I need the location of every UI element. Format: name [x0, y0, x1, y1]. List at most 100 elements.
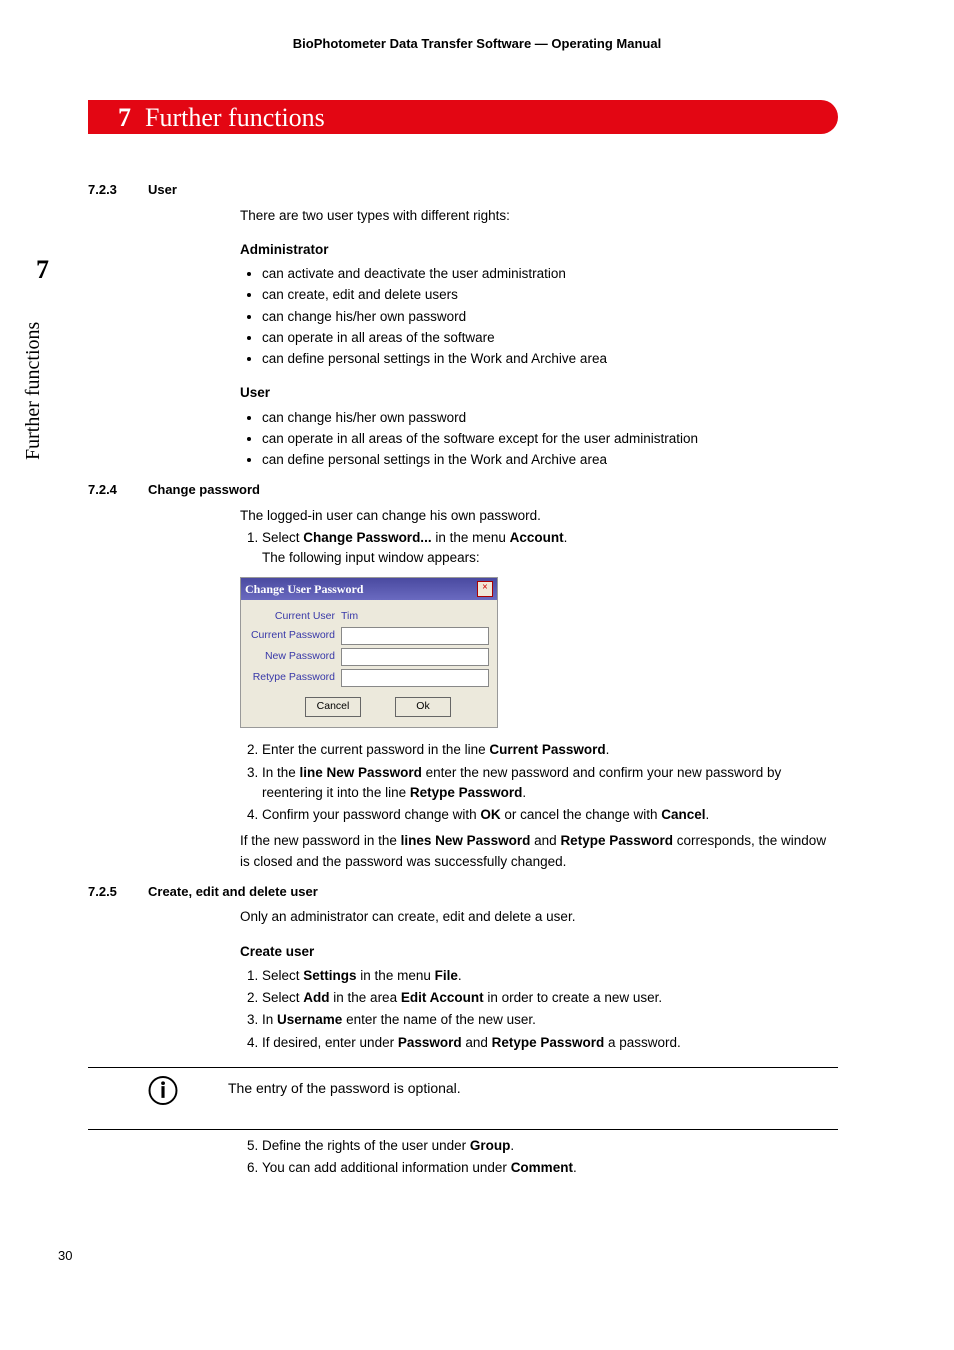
current-user-label: Current User [249, 609, 341, 625]
bold: Group [470, 1138, 511, 1153]
list-item: Select Settings in the menu File. [262, 966, 838, 986]
text: and [530, 833, 560, 848]
subheading-create-user: Create user [240, 942, 838, 962]
text: . [573, 1160, 577, 1175]
bold: Current Password [489, 742, 605, 757]
text: Enter the current password in the line [262, 742, 489, 757]
bold: OK [480, 807, 500, 822]
list-item: can operate in all areas of the software… [262, 429, 838, 449]
text: Confirm your password change with [262, 807, 480, 822]
section-title: Create, edit and delete user [148, 882, 318, 902]
side-chapter-label: Further functions [18, 322, 48, 460]
list-item: can define personal settings in the Work… [262, 450, 838, 470]
new-password-input[interactable] [341, 648, 489, 666]
list-item: Enter the current password in the line C… [262, 740, 838, 760]
text: a password. [604, 1035, 681, 1050]
text: If desired, enter under [262, 1035, 398, 1050]
section-title: User [148, 180, 177, 200]
text: Select [262, 990, 303, 1005]
bold: Retype Password [492, 1035, 605, 1050]
text: in order to create a new user. [484, 990, 663, 1005]
list-item: You can add additional information under… [262, 1158, 838, 1178]
text: You can add additional information under [262, 1160, 511, 1175]
text: in the menu [357, 968, 435, 983]
dialog-titlebar: Change User Password × [241, 578, 497, 600]
steps-725: Select Settings in the menu File. Select… [240, 966, 838, 1053]
list-item: If desired, enter under Password and Ret… [262, 1033, 838, 1053]
text: In [262, 1012, 277, 1027]
bold: Settings [303, 968, 356, 983]
body-text: Only an administrator can create, edit a… [240, 907, 838, 927]
chapter-banner: 7 Further functions [88, 100, 838, 134]
body-text: The logged-in user can change his own pa… [240, 506, 838, 526]
bold: Username [277, 1012, 342, 1027]
bold: Retype Password [410, 785, 523, 800]
dialog-title-text: Change User Password [245, 580, 363, 598]
bold: Add [303, 990, 329, 1005]
text: Select [262, 530, 303, 545]
list-item: can operate in all areas of the software [262, 328, 838, 348]
chapter-title: Further functions [145, 98, 325, 137]
close-icon[interactable]: × [477, 581, 493, 597]
steps-724-cont: Enter the current password in the line C… [240, 740, 838, 825]
list-item: In the line New Password enter the new p… [262, 763, 838, 804]
ok-button[interactable]: Ok [395, 697, 451, 717]
text: If the new password in the [240, 833, 401, 848]
list-item: can activate and deactivate the user adm… [262, 264, 838, 284]
bold: Password [398, 1035, 462, 1050]
section-number: 7.2.4 [88, 480, 148, 500]
section-heading-725: 7.2.5 Create, edit and delete user [88, 882, 838, 902]
bold: Account [510, 530, 564, 545]
new-password-label: New Password [249, 649, 341, 665]
info-icon: ⓘ [148, 1070, 178, 1115]
subheading-user: User [240, 383, 838, 403]
side-chapter-number: 7 [36, 250, 49, 289]
list-item: In Username enter the name of the new us… [262, 1010, 838, 1030]
current-password-label: Current Password [249, 628, 341, 644]
change-password-dialog: Change User Password × Current User Tim … [240, 577, 498, 729]
list-item: Confirm your password change with OK or … [262, 805, 838, 825]
bold: Change Password... [303, 530, 431, 545]
bold: lines New Password [401, 833, 531, 848]
section-title: Change password [148, 480, 260, 500]
steps-724: Select Change Password... in the menu Ac… [240, 528, 838, 569]
section-heading-724: 7.2.4 Change password [88, 480, 838, 500]
page-header: BioPhotometer Data Transfer Software — O… [0, 0, 954, 54]
text: . [522, 785, 526, 800]
retype-password-label: Retype Password [249, 670, 341, 686]
current-user-value: Tim [341, 609, 358, 625]
admin-list: can activate and deactivate the user adm… [240, 264, 838, 369]
text: . [510, 1138, 514, 1153]
list-item: Select Change Password... in the menu Ac… [262, 528, 838, 569]
divider [88, 1067, 838, 1068]
bold: Edit Account [401, 990, 484, 1005]
text: The following input window appears: [262, 548, 838, 568]
section-heading-723: 7.2.3 User [88, 180, 838, 200]
current-password-input[interactable] [341, 627, 489, 645]
list-item: Select Add in the area Edit Account in o… [262, 988, 838, 1008]
bold: Cancel [661, 807, 705, 822]
bold: Comment [511, 1160, 573, 1175]
text: Define the rights of the user under [262, 1138, 470, 1153]
text: In the [262, 765, 300, 780]
section-number: 7.2.3 [88, 180, 148, 200]
body-text: There are two user types with different … [240, 206, 838, 226]
text: . [606, 742, 610, 757]
page-number: 30 [58, 1246, 72, 1266]
text: or cancel the change with [501, 807, 662, 822]
text: and [462, 1035, 492, 1050]
steps-725-cont: Define the rights of the user under Grou… [240, 1136, 838, 1179]
text: . [564, 530, 568, 545]
bold: File [435, 968, 458, 983]
chapter-number: 7 [118, 98, 131, 137]
text: in the menu [432, 530, 510, 545]
cancel-button[interactable]: Cancel [305, 697, 361, 717]
side-tab-bg [0, 225, 64, 295]
text: in the area [330, 990, 401, 1005]
bold: Retype Password [560, 833, 673, 848]
subheading-admin: Administrator [240, 240, 838, 260]
body-text: If the new password in the lines New Pas… [240, 831, 838, 872]
retype-password-input[interactable] [341, 669, 489, 687]
text: Select [262, 968, 303, 983]
list-item: can create, edit and delete users [262, 285, 838, 305]
